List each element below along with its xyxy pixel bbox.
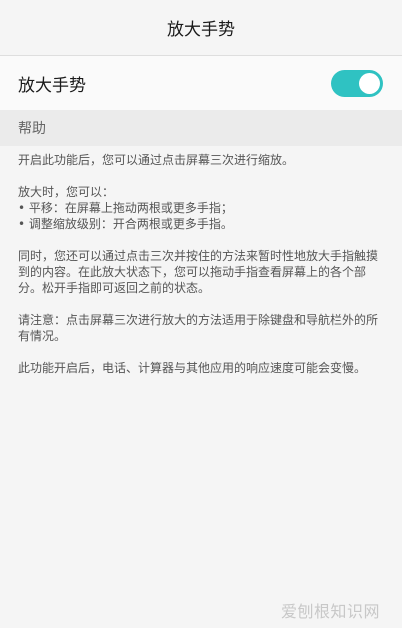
toggle-knob: [359, 72, 380, 94]
help-section-title: 帮助: [18, 121, 46, 137]
app-header: 放大手势: [0, 0, 402, 56]
help-paragraph-2-intro: 放大时，您可以：: [18, 185, 115, 199]
help-paragraph-1: 开启此功能后，您可以通过点击屏幕三次进行缩放。: [18, 153, 295, 167]
help-paragraph-3: 同时，您还可以通过点击三次并按住的方法来暂时性地放大手指触摸到的内容。在此放大状…: [18, 249, 379, 295]
help-paragraph-2-item-2: • 调整缩放级别：开合两根或更多手指。: [18, 217, 233, 231]
help-paragraph-2: 放大时，您可以： • 平移：在屏幕上拖动两根或更多手指； • 调整缩放级别：开合…: [18, 184, 384, 232]
page-title: 放大手势: [167, 20, 235, 40]
watermark: 爱刨根知识网: [280, 602, 380, 621]
help-paragraph-2-item-1: • 平移：在屏幕上拖动两根或更多手指；: [18, 201, 233, 215]
magnification-gesture-label: 放大手势: [18, 75, 86, 96]
magnification-gesture-toggle[interactable]: [331, 69, 383, 97]
help-paragraph-5: 此功能开启后，电话、计算器与其他应用的响应速度可能会变慢。: [18, 361, 367, 375]
help-section-header: 帮助: [0, 110, 402, 146]
help-text: 开启此功能后，您可以通过点击屏幕三次进行缩放。 放大时，您可以： • 平移：在屏…: [0, 146, 402, 392]
magnification-gesture-setting[interactable]: 放大手势: [0, 56, 402, 110]
help-paragraph-4: 请注意：点击屏幕三次进行放大的方法适用于除键盘和导航栏外的所有情况。: [18, 313, 379, 343]
